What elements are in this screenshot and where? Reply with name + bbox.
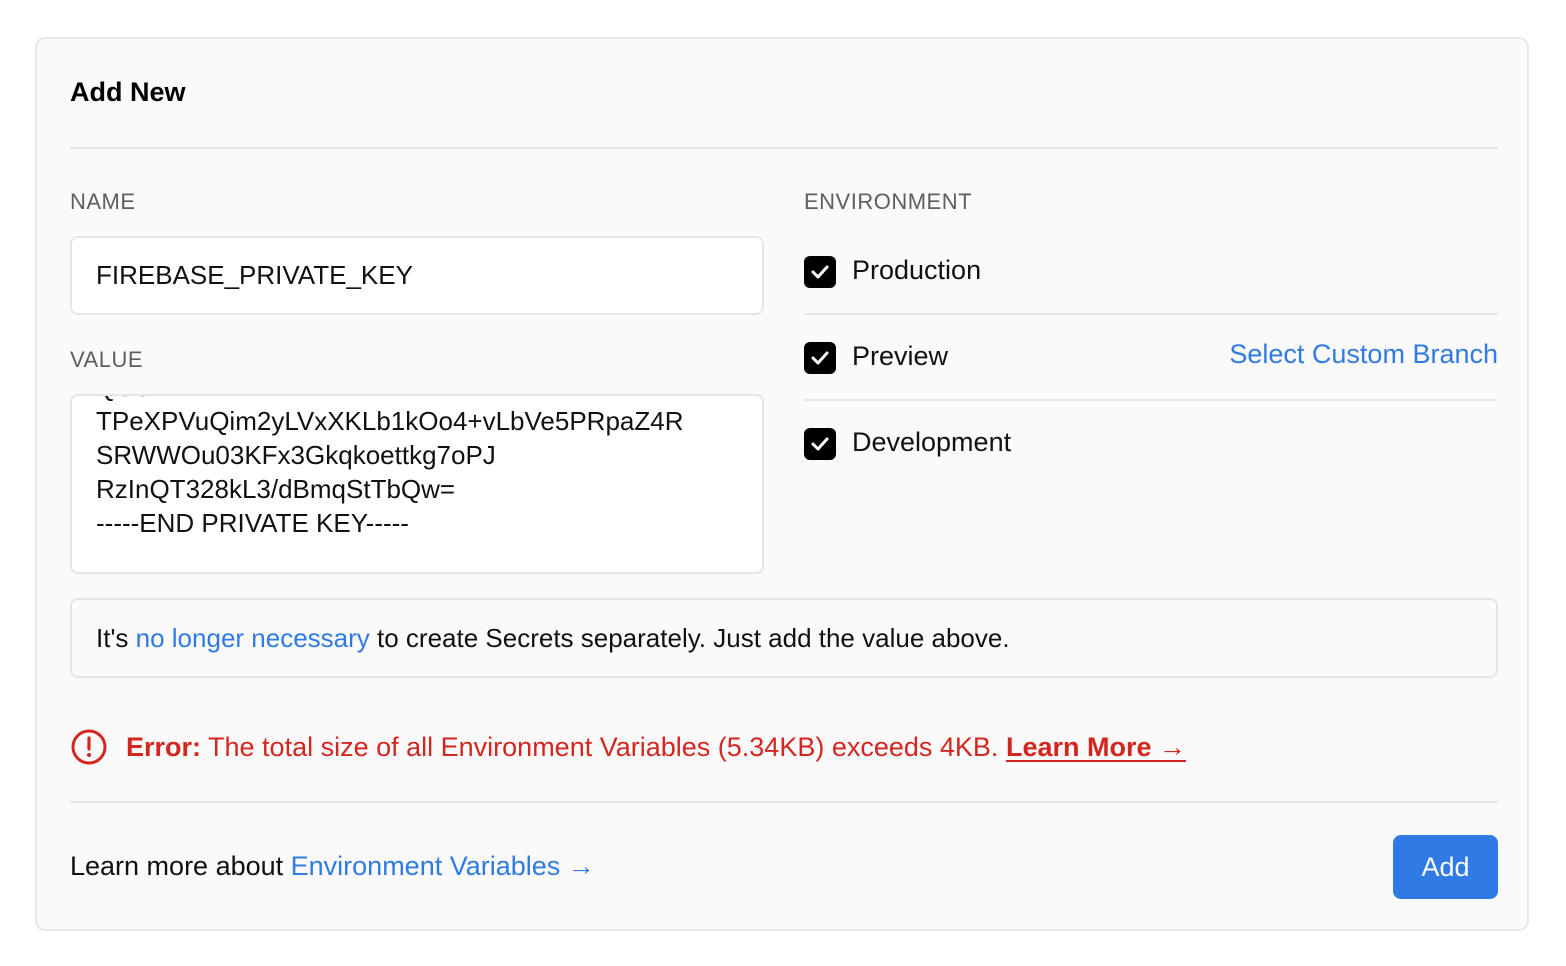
footer-text: Learn more about Environment Variables → bbox=[70, 851, 595, 882]
development-checkbox[interactable] bbox=[804, 428, 836, 460]
name-input[interactable]: FIREBASE_PRIVATE_KEY bbox=[70, 236, 764, 315]
no-longer-necessary-link[interactable]: no longer necessary bbox=[136, 623, 370, 653]
production-checkbox[interactable] bbox=[804, 256, 836, 288]
add-new-card: Add New NAME FIREBASE_PRIVATE_KEY VALUE … bbox=[35, 37, 1529, 931]
preview-checkbox[interactable] bbox=[804, 342, 836, 374]
env-row-production: Production bbox=[804, 229, 1498, 315]
value-text: QUeD... TPeXPVuQim2yLVxXKLb1kOo4+vLbVe5PR… bbox=[96, 396, 684, 540]
select-custom-branch-link[interactable]: Select Custom Branch bbox=[1229, 339, 1498, 370]
value-line: TPeXPVuQim2yLVxXKLb1kOo4+vLbVe5PRpaZ4R bbox=[96, 406, 684, 436]
divider bbox=[70, 801, 1498, 803]
error-text: The total size of all Environment Variab… bbox=[208, 732, 999, 762]
checkmark-icon bbox=[811, 351, 829, 365]
value-line: -----END PRIVATE KEY----- bbox=[96, 508, 409, 538]
checkmark-icon bbox=[811, 265, 829, 279]
value-textarea[interactable]: QUeD... TPeXPVuQim2yLVxXKLb1kOo4+vLbVe5PR… bbox=[70, 394, 764, 574]
learn-more-link[interactable]: Learn More → bbox=[1006, 732, 1186, 762]
value-line: RzInQT328kL3/dBmqStTbQw= bbox=[96, 474, 456, 504]
env-row-preview: Preview Select Custom Branch bbox=[804, 315, 1498, 401]
divider bbox=[70, 147, 1498, 149]
production-label: Production bbox=[852, 255, 982, 285]
add-button[interactable]: Add bbox=[1393, 835, 1498, 899]
error-icon bbox=[71, 729, 107, 765]
preview-label: Preview bbox=[852, 341, 949, 371]
value-line: QUeD... bbox=[96, 396, 684, 404]
checkmark-icon bbox=[811, 437, 829, 451]
footer-prefix: Learn more about bbox=[70, 851, 291, 881]
notice-suffix: to create Secrets separately. Just add t… bbox=[369, 623, 1010, 653]
secrets-notice: It's no longer necessary to create Secre… bbox=[70, 598, 1498, 678]
card-title: Add New bbox=[70, 77, 186, 107]
value-label: VALUE bbox=[70, 347, 144, 372]
name-label: NAME bbox=[70, 189, 136, 214]
error-label: Error: bbox=[126, 732, 202, 762]
development-label: Development bbox=[852, 427, 1012, 457]
environment-label: ENVIRONMENT bbox=[804, 189, 973, 214]
env-row-development: Development bbox=[804, 401, 1498, 487]
notice-prefix: It's bbox=[96, 623, 136, 653]
value-line: SRWWOu03KFx3Gkqkoettkg7oPJ bbox=[96, 440, 496, 470]
environment-variables-link[interactable]: Environment Variables → bbox=[291, 851, 595, 881]
